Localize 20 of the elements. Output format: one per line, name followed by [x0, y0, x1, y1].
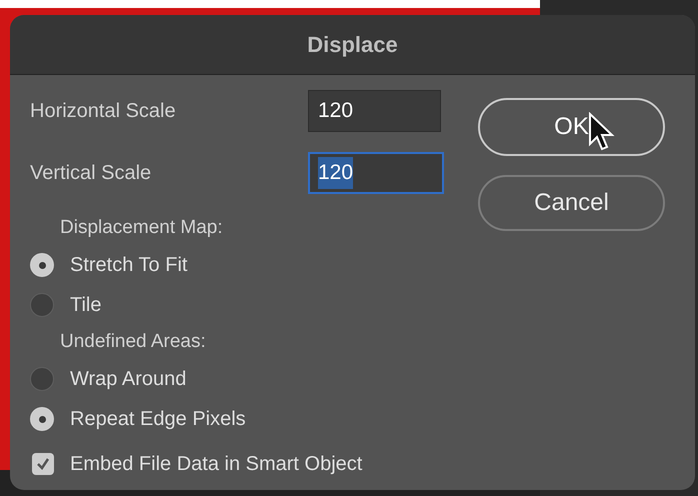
- radio-button[interactable]: [30, 253, 54, 277]
- group-title: Undefined Areas:: [60, 330, 206, 354]
- field-label: Horizontal Scale: [30, 99, 177, 124]
- radio-button[interactable]: [30, 407, 54, 431]
- dialog-button[interactable]: Cancel: [478, 175, 665, 231]
- field-label: Vertical Scale: [30, 161, 152, 186]
- window-title: Displace: [307, 31, 398, 59]
- cursor-icon: [588, 112, 616, 152]
- input-field[interactable]: 120: [308, 90, 441, 132]
- checkmark-icon: [35, 456, 51, 472]
- radio-label: Tile: [70, 293, 102, 318]
- radio-button[interactable]: [30, 367, 54, 391]
- radio-button[interactable]: [30, 293, 54, 317]
- radio-label: Repeat Edge Pixels: [70, 407, 246, 432]
- checkbox-label: Embed File Data in Smart Object: [70, 452, 362, 477]
- group-title: Displacement Map:: [60, 216, 223, 240]
- checkbox[interactable]: [32, 453, 54, 475]
- input-field[interactable]: 120: [308, 152, 444, 194]
- radio-label: Wrap Around: [70, 367, 186, 392]
- radio-label: Stretch To Fit: [70, 253, 188, 278]
